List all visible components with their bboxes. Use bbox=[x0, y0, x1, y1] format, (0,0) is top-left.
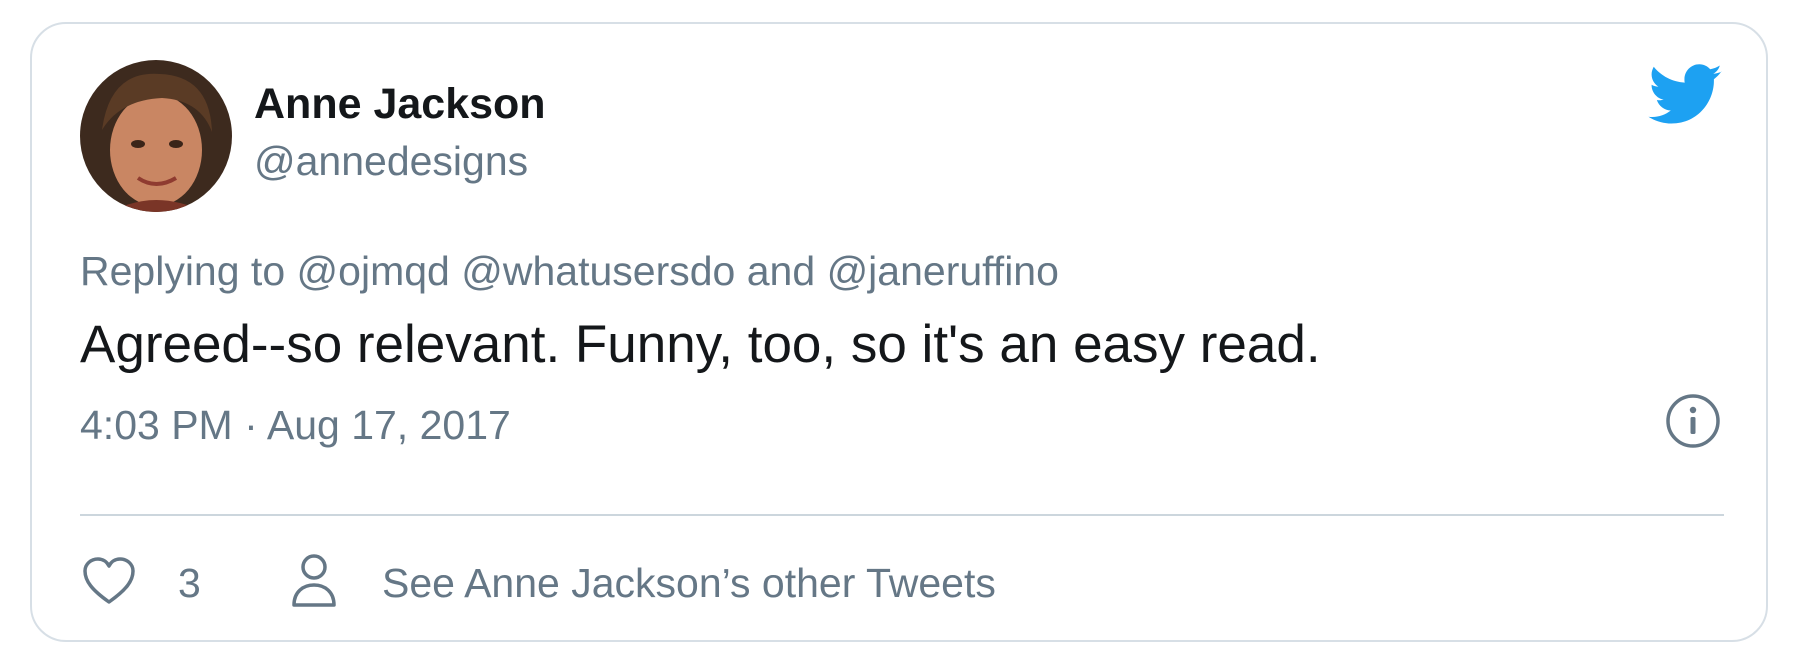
tweet-text: Agreed--so relevant. Funny, too, so it's… bbox=[80, 315, 1321, 374]
tweet-card: Anne Jackson @annedesigns Replying to @o… bbox=[30, 22, 1768, 642]
avatar[interactable] bbox=[80, 60, 232, 212]
mention-link-whatusersdo[interactable]: @whatusersdo bbox=[461, 248, 735, 294]
mention-link-ojmqd[interactable]: @ojmqd bbox=[297, 248, 450, 294]
reply-prefix: Replying to bbox=[80, 248, 286, 294]
mention-link-janeruffino[interactable]: @janeruffino bbox=[827, 248, 1059, 294]
twitter-bird-icon[interactable] bbox=[1648, 64, 1724, 126]
author-handle[interactable]: @annedesigns bbox=[254, 138, 528, 185]
tweet-timestamp[interactable]: 4:03 PM · Aug 17, 2017 bbox=[80, 402, 511, 449]
info-icon[interactable] bbox=[1664, 392, 1722, 450]
reply-conjunction: and bbox=[746, 248, 816, 294]
see-other-tweets-link[interactable]: See Anne Jackson’s other Tweets bbox=[382, 560, 996, 607]
like-count[interactable]: 3 bbox=[178, 560, 201, 607]
heart-icon[interactable] bbox=[82, 556, 136, 606]
divider bbox=[80, 514, 1724, 516]
author-name[interactable]: Anne Jackson bbox=[254, 80, 546, 129]
reply-context: Replying to @ojmqd @whatusersdo and @jan… bbox=[80, 248, 1059, 295]
person-icon[interactable] bbox=[290, 552, 338, 608]
